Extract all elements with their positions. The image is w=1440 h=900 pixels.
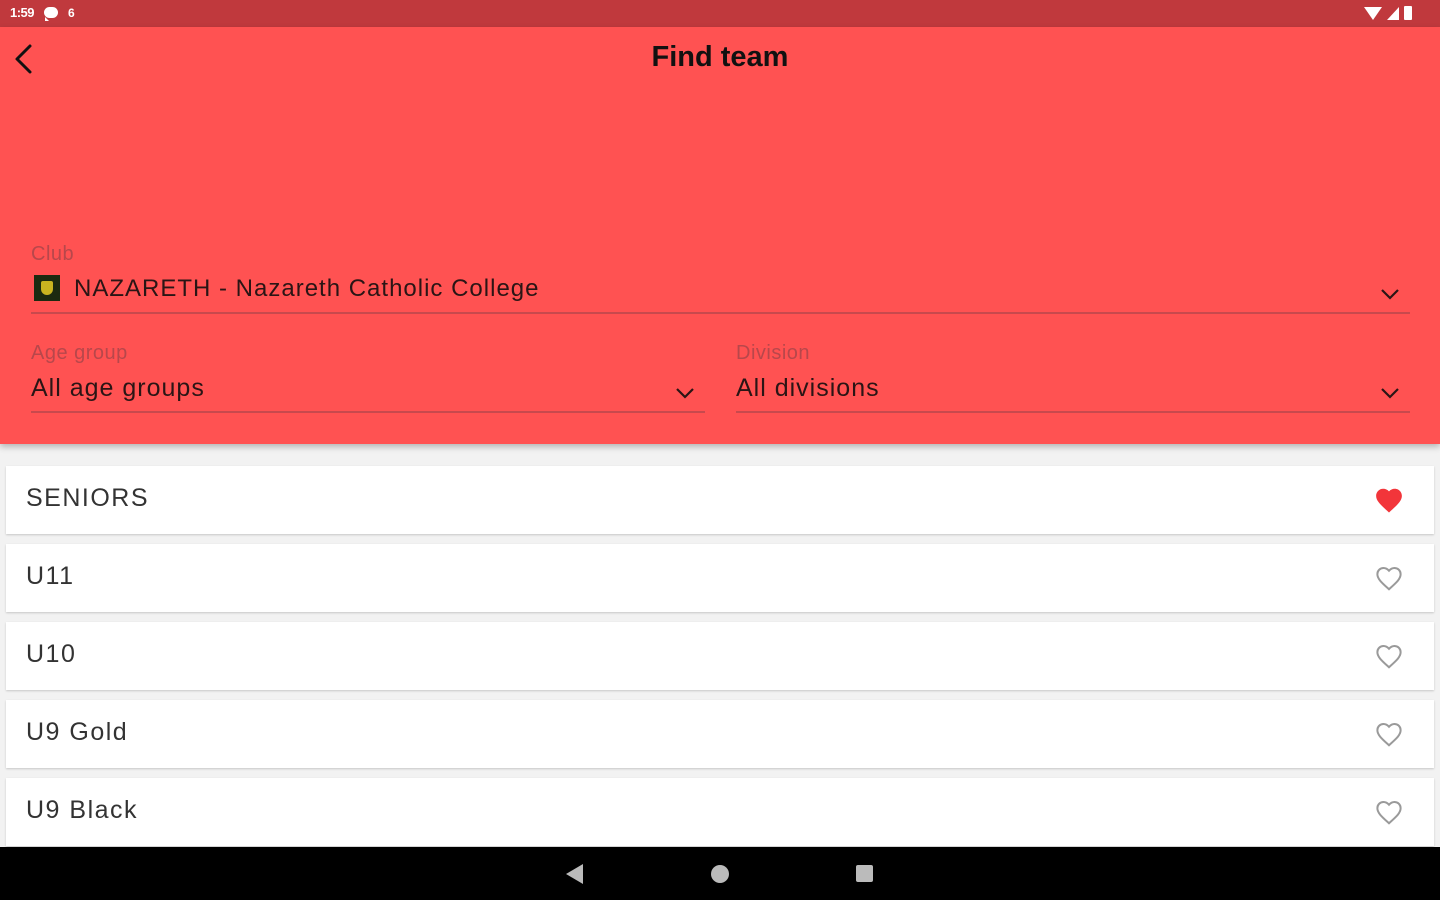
signal-icon: [1387, 6, 1399, 20]
age-group-underline: [31, 411, 705, 413]
battery-icon: [1404, 6, 1412, 20]
page-title: Find team: [651, 41, 789, 73]
heart-outline-icon[interactable]: [1374, 642, 1404, 670]
club-logo: [34, 275, 60, 301]
nav-recents-icon[interactable]: [856, 865, 873, 882]
age-group-value: All age groups: [31, 374, 205, 402]
app-header: Find team Club NAZARETH - Nazareth Catho…: [0, 27, 1440, 444]
team-list: SENIORS U11 U10 U9 Gold U9 Black: [6, 466, 1434, 856]
division-value: All divisions: [736, 374, 880, 402]
team-name: SENIORS: [26, 484, 150, 512]
team-row-u10[interactable]: U10: [6, 622, 1434, 690]
division-underline: [736, 411, 1410, 413]
team-name: U9 Gold: [26, 718, 129, 746]
status-bar-left: 1:59 6: [10, 5, 75, 21]
chevron-down-icon: [1381, 289, 1399, 300]
heart-filled-icon[interactable]: [1374, 486, 1404, 514]
club-underline: [31, 312, 1410, 314]
club-label: Club: [31, 243, 75, 265]
status-bar: 1:59 6: [0, 0, 1440, 27]
chevron-down-icon: [1381, 388, 1399, 399]
wifi-icon: [1364, 6, 1382, 20]
team-row-u11[interactable]: U11: [6, 544, 1434, 612]
team-row-u9-black[interactable]: U9 Black: [6, 778, 1434, 846]
system-nav-bar: [0, 847, 1440, 900]
status-bar-right: [1364, 6, 1412, 20]
team-name: U10: [26, 640, 77, 668]
team-row-u9-gold[interactable]: U9 Gold: [6, 700, 1434, 768]
message-icon: [44, 7, 59, 21]
age-group-label: Age group: [31, 342, 128, 364]
heart-outline-icon[interactable]: [1374, 720, 1404, 748]
heart-outline-icon[interactable]: [1374, 798, 1404, 826]
heart-outline-icon[interactable]: [1374, 564, 1404, 592]
team-row-seniors[interactable]: SENIORS: [6, 466, 1434, 534]
status-time: 1:59: [10, 5, 35, 20]
team-name: U9 Black: [26, 796, 139, 824]
nav-home-icon[interactable]: [711, 865, 729, 883]
chevron-down-icon: [676, 388, 694, 399]
notification-badge: 6: [68, 5, 75, 20]
nav-back-icon[interactable]: [566, 864, 583, 884]
division-label: Division: [736, 342, 811, 364]
club-value: NAZARETH - Nazareth Catholic College: [74, 275, 540, 302]
team-name: U11: [26, 562, 75, 590]
